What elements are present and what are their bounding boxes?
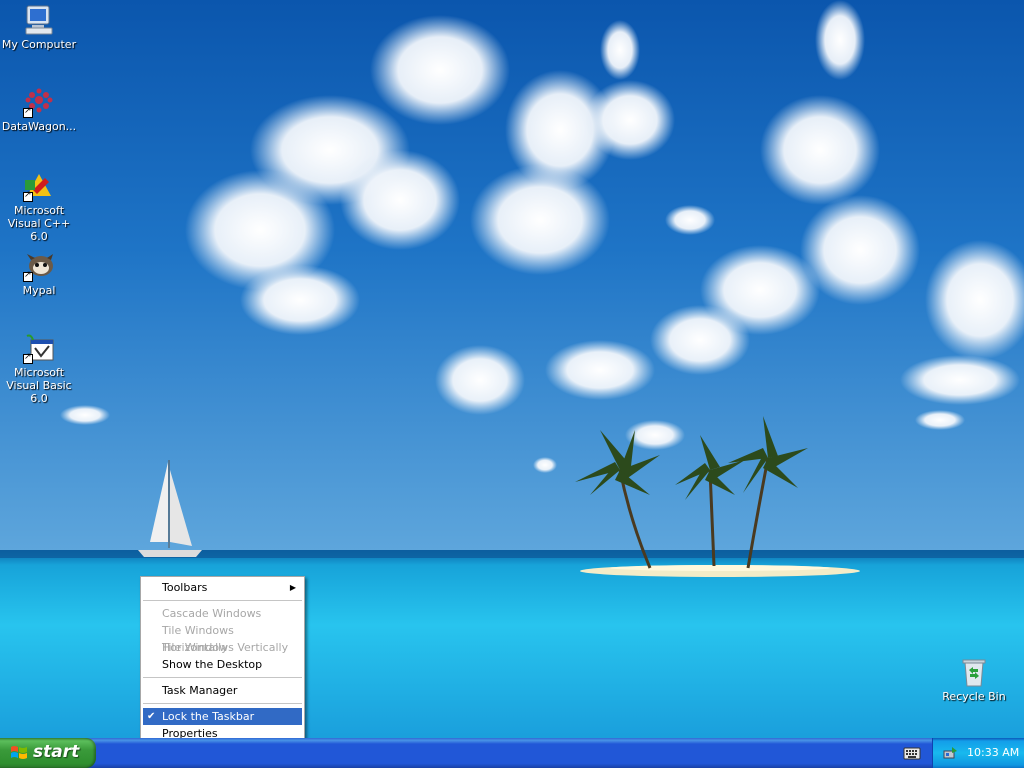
menu-item-label: Task Manager [162,684,238,697]
menu-item-tile-vertically[interactable]: Tile Windows Vertically [143,639,302,656]
desktop[interactable]: My Computer DataWagon... Microsoft Visua… [0,0,1024,738]
menu-item-task-manager[interactable]: Task Manager [143,682,302,699]
desktop-icon-label: Microsoft Visual C++ 6.0 [7,204,71,243]
windows-flag-icon [11,746,27,759]
system-tray: 10:33 AM [932,738,1024,768]
desktop-icon-visual-cpp[interactable]: Microsoft Visual C++ 6.0 [0,170,78,243]
desktop-icon-visual-basic[interactable]: Microsoft Visual Basic 6.0 [0,332,78,405]
clock[interactable]: 10:33 AM [967,746,1019,759]
menu-item-label: Cascade Windows [162,607,262,620]
taskbar-context-menu: Toolbars ▶ Cascade Windows Tile Windows … [140,576,305,738]
menu-item-label: Lock the Taskbar [162,710,255,723]
my-computer-icon [23,4,55,36]
desktop-icon-label: Microsoft Visual Basic 6.0 [6,366,72,405]
desktop-icon-label: DataWagon... [1,120,77,133]
mypal-icon [23,250,55,282]
menu-item-cascade-windows[interactable]: Cascade Windows [143,605,302,622]
keyboard-icon[interactable] [903,745,921,761]
checkmark-icon: ✔ [147,711,156,722]
shortcut-arrow-icon [23,352,33,364]
menu-item-show-desktop[interactable]: Show the Desktop [143,656,302,673]
menu-item-lock-taskbar[interactable]: ✔ Lock the Taskbar [143,708,302,725]
shortcut-arrow-icon [23,190,33,202]
desktop-icon-my-computer[interactable]: My Computer [0,4,78,51]
menu-item-label: Show the Desktop [162,658,263,671]
taskbar[interactable]: start 10:33 AM [0,738,1024,768]
desktop-icon-datawagon[interactable]: DataWagon... [0,86,78,133]
visual-basic-icon [23,332,55,364]
menu-item-label: Properties [162,727,218,738]
menu-item-label: Toolbars [162,581,208,594]
menu-item-tile-horizontally[interactable]: Tile Windows Horizontally [143,622,302,654]
recycle-bin-icon [958,656,990,688]
datawagon-icon [23,86,55,118]
desktop-icon-mypal[interactable]: Mypal [0,250,78,297]
submenu-arrow-icon: ▶ [289,583,296,592]
menu-separator [143,677,302,678]
menu-separator [143,703,302,704]
visual-cpp-icon [23,170,55,202]
start-button[interactable]: start [0,738,96,768]
desktop-icon-label: Recycle Bin [942,690,1006,703]
menu-item-label: Tile Windows Vertically [162,641,289,654]
desktop-icon-label: Mypal [22,284,56,297]
start-label: start [33,742,80,762]
shortcut-arrow-icon [23,270,33,282]
menu-item-toolbars[interactable]: Toolbars ▶ [143,579,302,596]
shortcut-arrow-icon [23,106,33,118]
desktop-icon-recycle-bin[interactable]: Recycle Bin [935,656,1013,703]
menu-item-properties[interactable]: Properties [143,725,302,738]
desktop-icon-label: My Computer [1,38,77,51]
safely-remove-icon[interactable] [942,745,958,761]
menu-separator [143,600,302,601]
